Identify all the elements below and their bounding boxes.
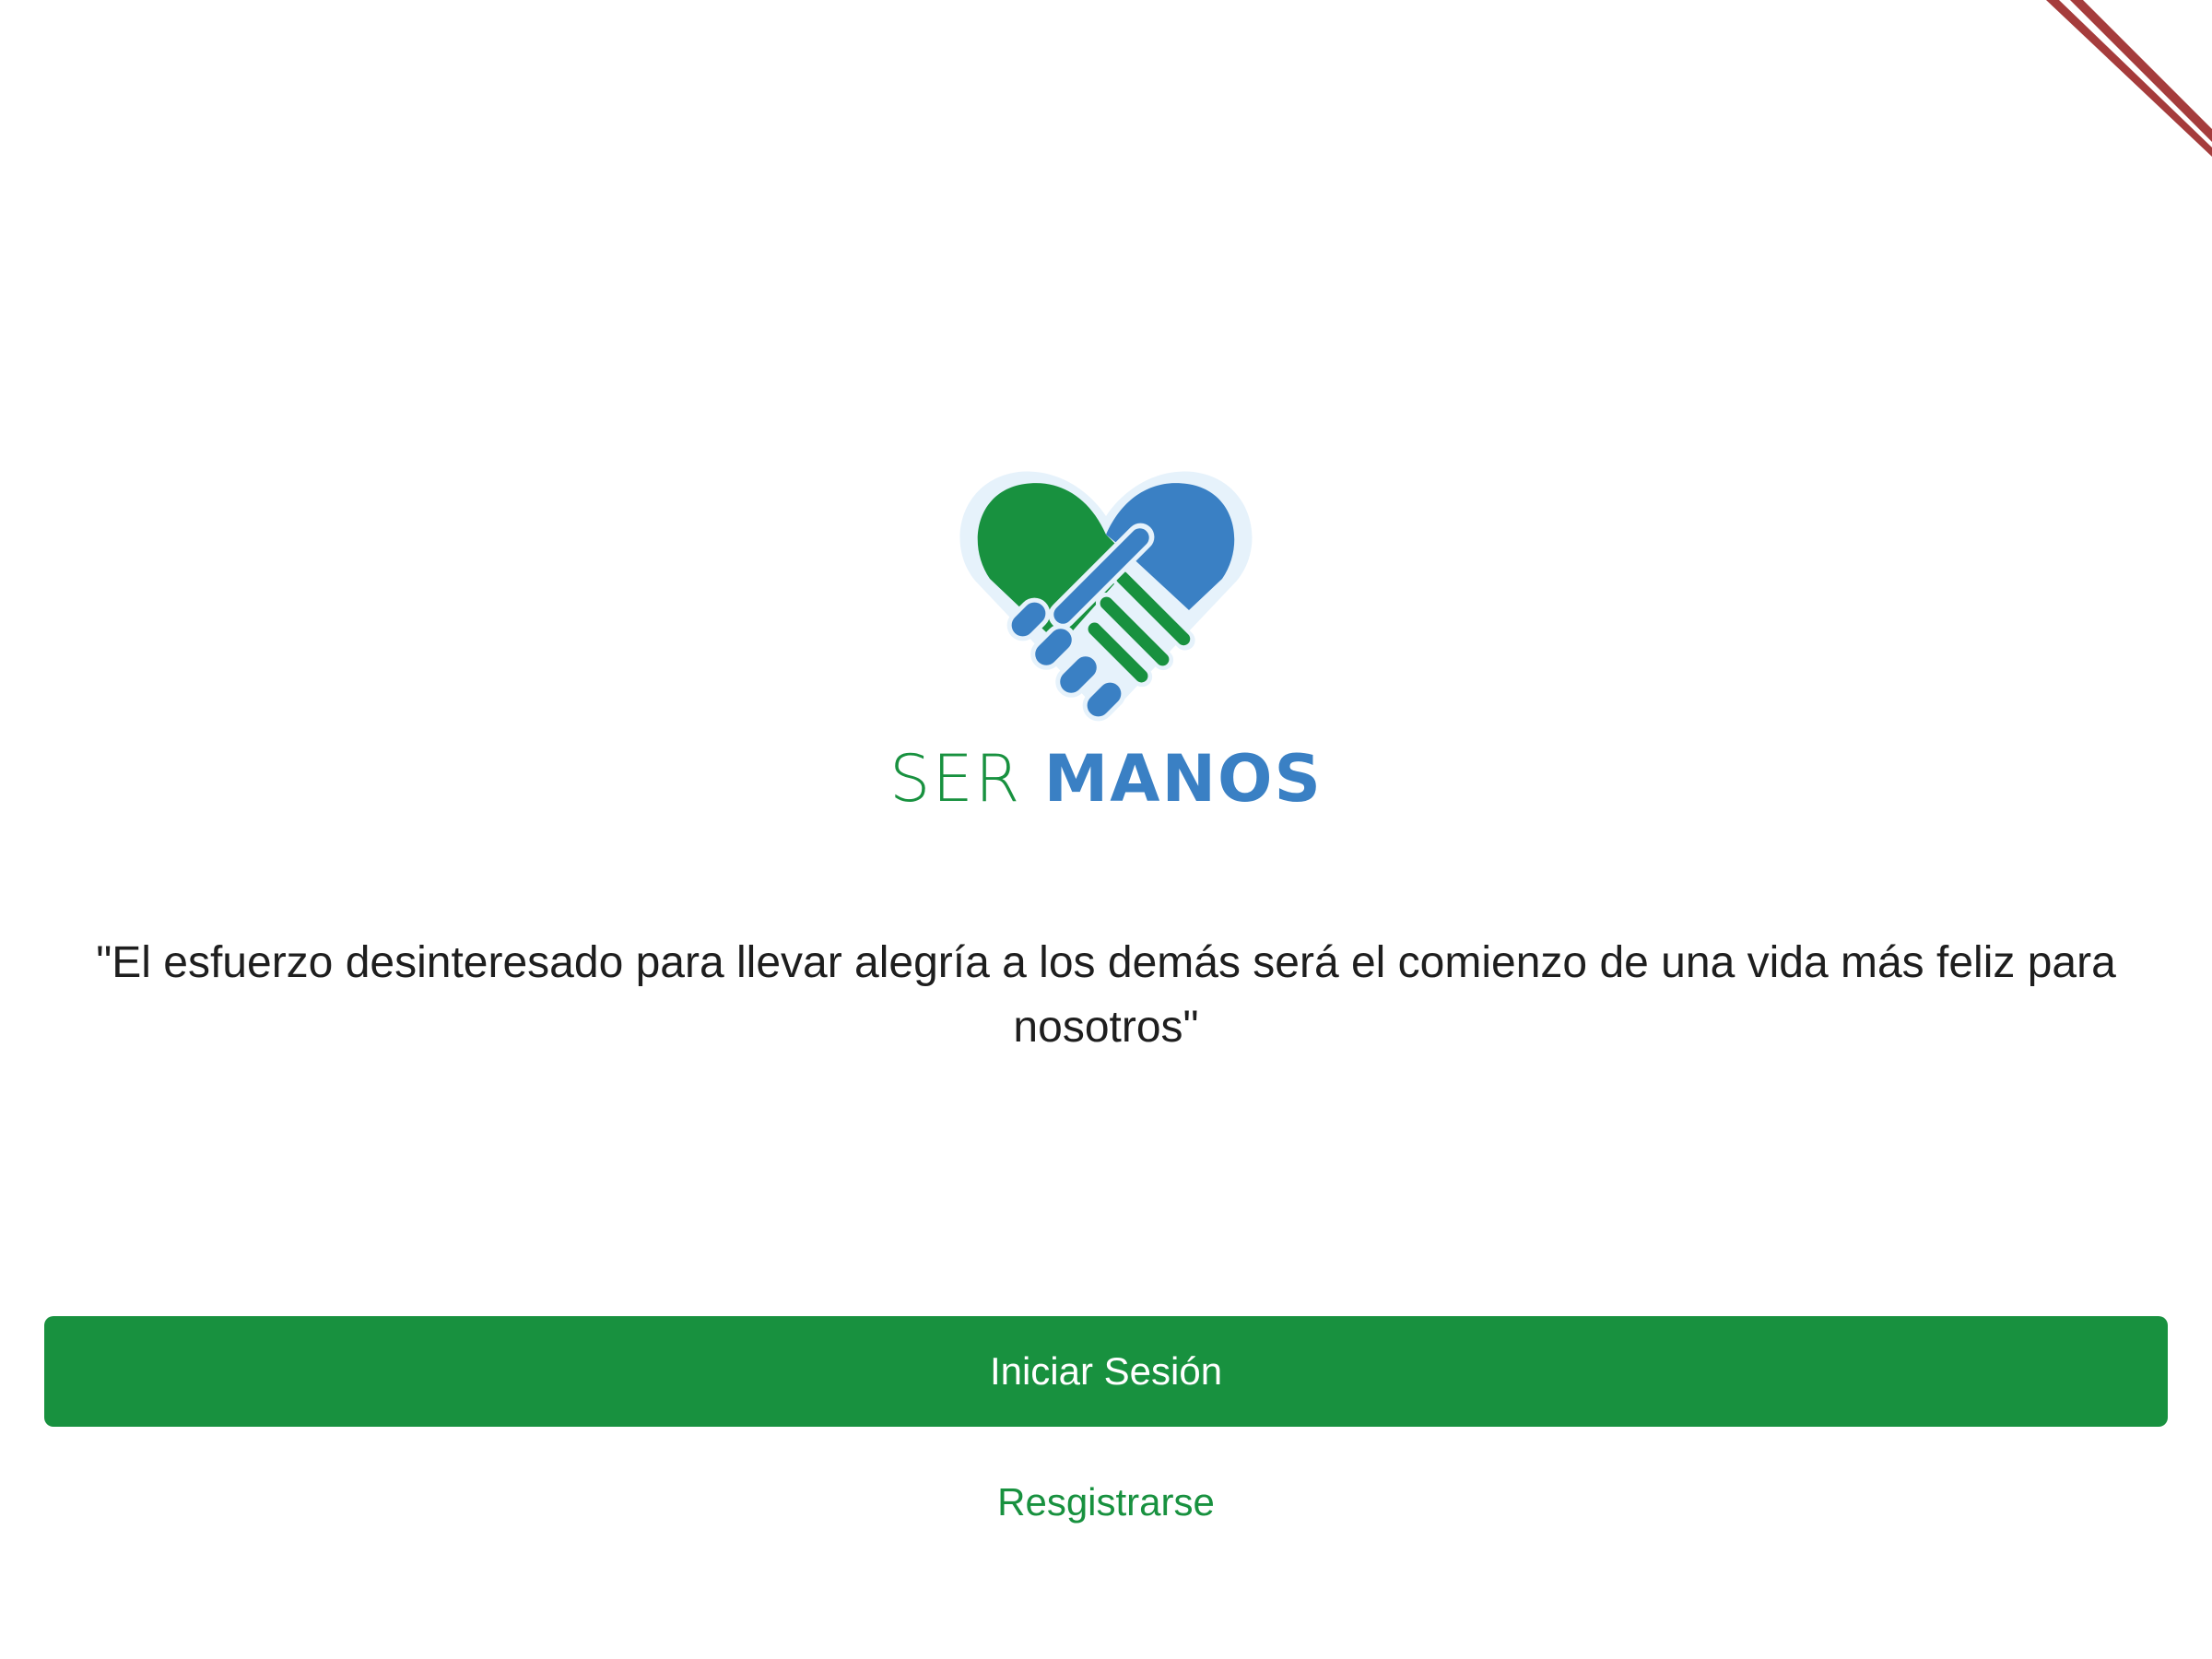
heart-handshake-icon: [949, 452, 1263, 728]
motivational-quote: "El esfuerzo desinteresado para llevar a…: [96, 938, 2116, 1052]
register-link[interactable]: Resgistrarse: [0, 1475, 2212, 1530]
login-button-label: Iniciar Sesión: [989, 1349, 1223, 1393]
brand-part-ser: SER: [889, 741, 1022, 817]
brand-part-manos: MANOS: [1043, 741, 1323, 817]
login-button[interactable]: Iniciar Sesión: [44, 1316, 2168, 1427]
debug-banner: [2028, 0, 2212, 184]
welcome-screen: SER MANOS "El esfuerzo desinteresado par…: [0, 0, 2212, 1659]
brand-wordmark: SER MANOS: [0, 742, 2212, 816]
